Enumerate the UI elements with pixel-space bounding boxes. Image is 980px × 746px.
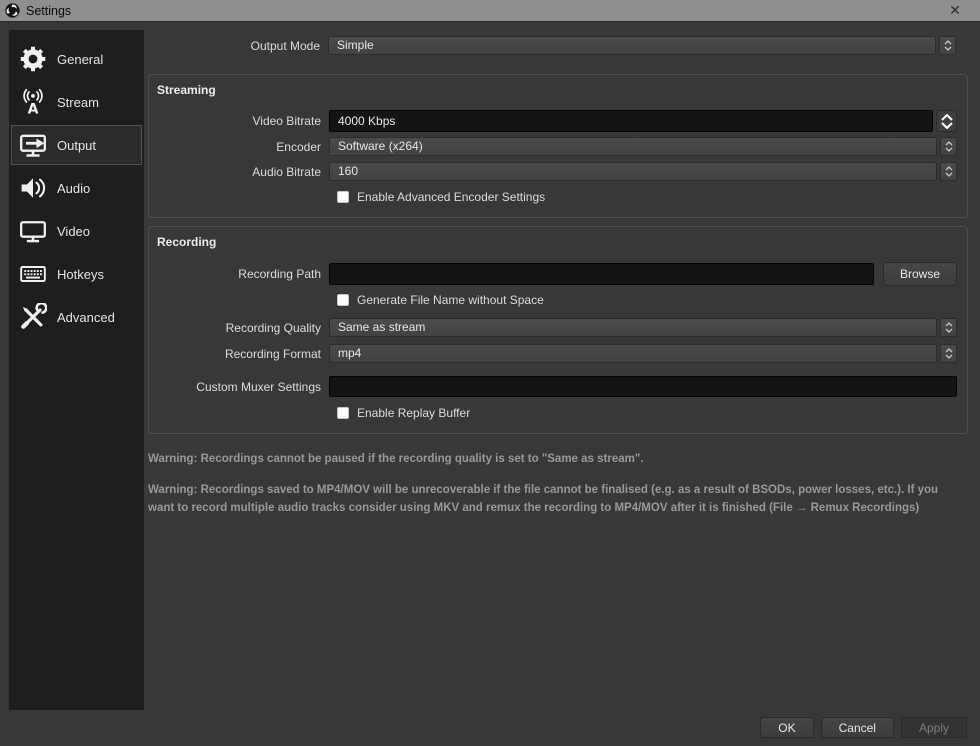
encoder-row: Encoder Software (x264) [149, 137, 957, 156]
cancel-button[interactable]: Cancel [821, 717, 894, 738]
video-bitrate-row: Video Bitrate [149, 110, 957, 132]
svg-text:A: A [28, 101, 39, 116]
warning-mp4: Warning: Recordings saved to MP4/MOV wil… [148, 482, 958, 517]
recording-path-input[interactable] [329, 263, 874, 285]
warnings-area: Warning: Recordings cannot be paused if … [148, 451, 968, 517]
output-mode-spinner[interactable] [939, 36, 956, 55]
encoder-label: Encoder [149, 140, 329, 154]
warning-pause: Warning: Recordings cannot be paused if … [148, 451, 958, 468]
replay-buffer-checkbox-row[interactable]: Enable Replay Buffer [337, 406, 957, 420]
speaker-icon [18, 173, 48, 203]
recording-path-label: Recording Path [149, 267, 329, 281]
custom-muxer-label: Custom Muxer Settings [149, 380, 329, 394]
sidebar-item-label: Audio [57, 181, 90, 196]
output-mode-label: Output Mode [148, 39, 328, 53]
ok-button[interactable]: OK [760, 717, 813, 738]
sidebar-item-advanced[interactable]: Advanced [11, 297, 142, 337]
video-bitrate-spinner[interactable] [936, 110, 957, 132]
sidebar-item-general[interactable]: General [11, 39, 142, 79]
advanced-encoder-checkbox[interactable] [337, 191, 349, 203]
sidebar-item-label: Hotkeys [57, 267, 104, 282]
custom-muxer-row: Custom Muxer Settings [149, 376, 957, 397]
browse-button[interactable]: Browse [883, 262, 957, 286]
tools-icon [18, 302, 48, 332]
sidebar-item-video[interactable]: Video [11, 211, 142, 251]
recording-format-spinner[interactable] [940, 344, 957, 363]
sidebar-item-audio[interactable]: Audio [11, 168, 142, 208]
replay-buffer-checkbox-label: Enable Replay Buffer [357, 406, 470, 420]
filename-no-space-checkbox[interactable] [337, 294, 349, 306]
window-title: Settings [26, 4, 71, 18]
streaming-group-title: Streaming [149, 83, 957, 97]
recording-group: Recording Recording Path Browse Generate… [148, 226, 968, 434]
video-bitrate-input[interactable] [329, 110, 933, 132]
replay-buffer-checkbox[interactable] [337, 407, 349, 419]
recording-group-title: Recording [149, 235, 957, 249]
recording-quality-select[interactable]: Same as stream [329, 318, 937, 337]
obs-logo-icon [5, 3, 20, 18]
output-mode-row: Output Mode Simple [148, 36, 956, 55]
recording-quality-row: Recording Quality Same as stream [149, 318, 957, 337]
advanced-encoder-checkbox-label: Enable Advanced Encoder Settings [357, 190, 545, 204]
recording-format-row: Recording Format mp4 [149, 344, 957, 363]
advanced-encoder-checkbox-row[interactable]: Enable Advanced Encoder Settings [337, 190, 957, 204]
sidebar-item-label: General [57, 52, 103, 67]
audio-bitrate-spinner[interactable] [940, 162, 957, 181]
output-settings-panel: Output Mode Simple Streaming Video Bitra… [148, 22, 968, 531]
sidebar-item-label: Video [57, 224, 90, 239]
audio-bitrate-row: Audio Bitrate 160 [149, 162, 957, 181]
encoder-select[interactable]: Software (x264) [329, 137, 937, 156]
custom-muxer-input[interactable] [329, 376, 957, 397]
recording-quality-spinner[interactable] [940, 318, 957, 337]
sidebar-item-label: Output [57, 138, 96, 153]
sidebar-item-hotkeys[interactable]: Hotkeys [11, 254, 142, 294]
output-mode-select[interactable]: Simple [328, 36, 936, 55]
sidebar-item-stream[interactable]: A Stream [11, 82, 142, 122]
encoder-spinner[interactable] [940, 137, 957, 156]
sidebar-item-label: Advanced [57, 310, 115, 325]
sidebar-item-label: Stream [57, 95, 99, 110]
titlebar: Settings ✕ [0, 0, 980, 22]
dialog-buttons: OK Cancel Apply [760, 717, 967, 738]
audio-bitrate-label: Audio Bitrate [149, 165, 329, 179]
audio-bitrate-select[interactable]: 160 [329, 162, 937, 181]
sidebar-item-output[interactable]: Output [11, 125, 142, 165]
recording-format-select[interactable]: mp4 [329, 344, 937, 363]
monitor-arrow-icon [18, 130, 48, 160]
monitor-icon [18, 216, 48, 246]
recording-quality-label: Recording Quality [149, 321, 329, 335]
apply-button[interactable]: Apply [901, 717, 967, 738]
filename-no-space-checkbox-label: Generate File Name without Space [357, 293, 544, 307]
close-icon[interactable]: ✕ [938, 0, 972, 22]
recording-format-label: Recording Format [149, 347, 329, 361]
streaming-group: Streaming Video Bitrate Encoder Software… [148, 74, 968, 218]
filename-no-space-checkbox-row[interactable]: Generate File Name without Space [337, 293, 957, 307]
antenna-icon: A [18, 87, 48, 117]
settings-sidebar: General A Stream [9, 30, 144, 710]
gear-icon [18, 44, 48, 74]
keyboard-icon [18, 259, 48, 289]
video-bitrate-label: Video Bitrate [149, 114, 329, 128]
recording-path-row: Recording Path Browse [149, 262, 957, 286]
